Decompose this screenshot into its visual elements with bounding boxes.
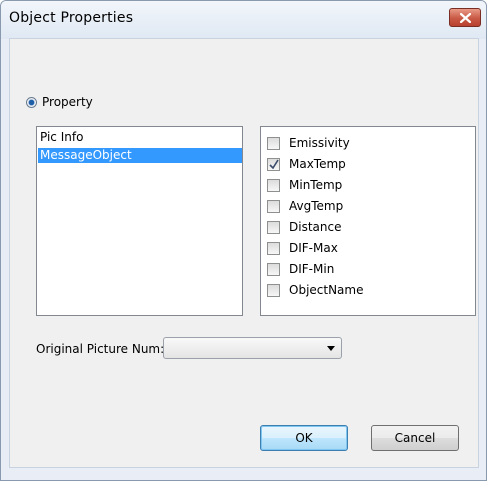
close-button[interactable] xyxy=(449,8,481,27)
check-label-maxtemp: MaxTemp xyxy=(289,157,346,171)
checkbox-objectname[interactable] xyxy=(267,283,280,297)
original-picture-num-dropdown[interactable] xyxy=(163,337,342,359)
list-item-pic-info[interactable]: Pic Info xyxy=(38,130,242,145)
checkbox-dif-min[interactable] xyxy=(267,262,280,276)
check-row-mintemp[interactable]: MinTemp xyxy=(267,177,342,193)
chevron-down-icon[interactable] xyxy=(327,346,335,351)
check-row-objectname[interactable]: ObjectName xyxy=(267,282,363,298)
property-radio[interactable]: Property xyxy=(26,94,93,110)
cancel-button[interactable]: Cancel xyxy=(371,425,459,451)
check-label-dif-min: DIF-Min xyxy=(289,262,335,276)
object-list[interactable]: Pic Info MessageObject xyxy=(36,126,243,316)
checkbox-maxtemp[interactable] xyxy=(267,157,280,171)
check-label-distance: Distance xyxy=(289,220,342,234)
check-row-dif-min[interactable]: DIF-Min xyxy=(267,261,334,277)
checkbox-distance[interactable] xyxy=(267,220,280,234)
check-row-emissivity[interactable]: Emissivity xyxy=(267,135,350,151)
property-radio-label: Property xyxy=(42,95,93,109)
checkbox-emissivity[interactable] xyxy=(267,136,280,150)
original-picture-num-label: Original Picture Num: xyxy=(36,342,165,356)
check-mark-icon xyxy=(269,159,279,169)
radio-button-icon[interactable] xyxy=(26,96,37,108)
object-properties-dialog: Object Properties Property Pic Info Mess… xyxy=(0,0,487,481)
checkbox-avgtemp[interactable] xyxy=(267,199,280,213)
title-bar[interactable]: Object Properties xyxy=(1,1,486,39)
checkbox-dif-max[interactable] xyxy=(267,241,280,255)
check-label-mintemp: MinTemp xyxy=(289,178,343,192)
check-row-maxtemp[interactable]: MaxTemp xyxy=(267,156,346,172)
check-row-avgtemp[interactable]: AvgTemp xyxy=(267,198,343,214)
window-title: Object Properties xyxy=(9,10,134,26)
checkbox-mintemp[interactable] xyxy=(267,178,280,192)
check-label-objectname: ObjectName xyxy=(289,283,364,297)
close-icon xyxy=(460,13,471,23)
ok-button[interactable]: OK xyxy=(260,425,348,451)
check-label-dif-max: DIF-Max xyxy=(289,241,338,255)
check-row-distance[interactable]: Distance xyxy=(267,219,341,235)
list-item-message-object[interactable]: MessageObject xyxy=(38,148,242,163)
property-checklist[interactable]: Emissivity MaxTemp MinTemp AvgTemp Dista… xyxy=(260,126,476,316)
check-label-emissivity: Emissivity xyxy=(289,136,350,150)
check-label-avgtemp: AvgTemp xyxy=(289,199,344,213)
check-row-dif-max[interactable]: DIF-Max xyxy=(267,240,338,256)
